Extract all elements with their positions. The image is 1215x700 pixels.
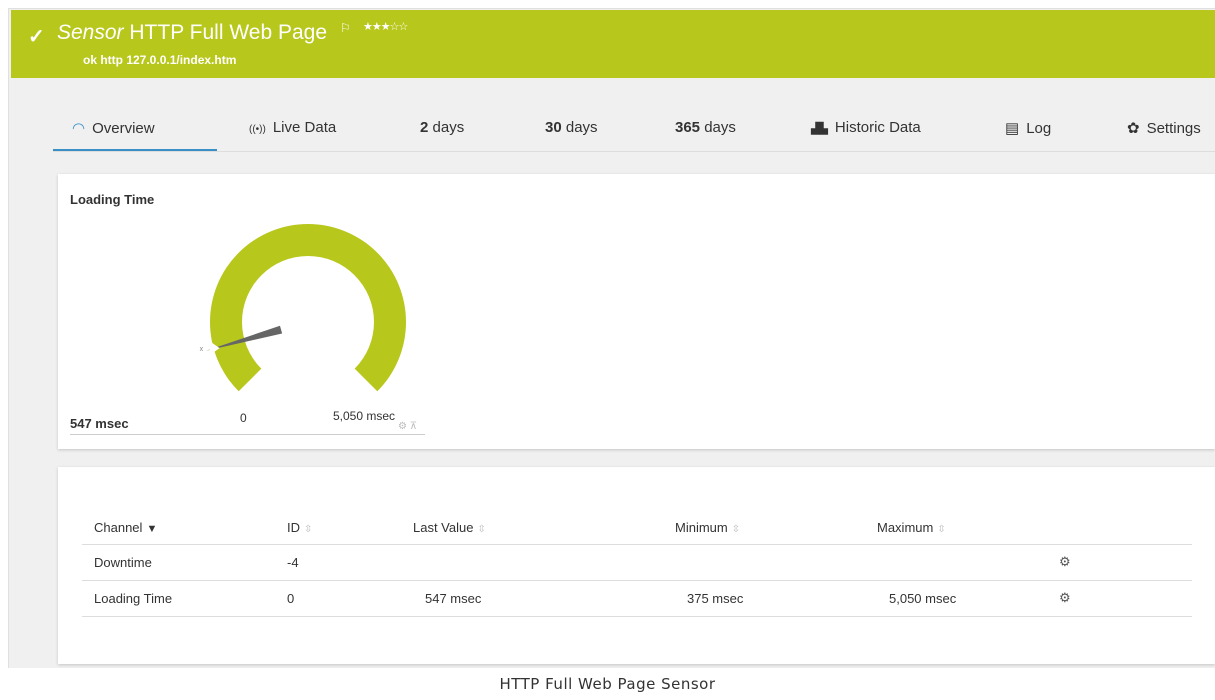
tab-label: days [704, 119, 736, 136]
cell-channel: Downtime [82, 544, 275, 581]
cell-maximum [865, 544, 1059, 581]
gauge-arc [210, 224, 406, 392]
gauge-min-label: 0 [240, 411, 247, 425]
tab-log[interactable]: ▤ Log [1005, 119, 1051, 137]
gauge-marker-label: x [200, 346, 204, 353]
sort-icon: ⇳ [304, 523, 313, 535]
column-maximum[interactable]: Maximum ⇳ [865, 511, 1059, 545]
table-row[interactable]: Loading Time 0 547 msec 375 msec 5,050 m… [82, 580, 1192, 617]
cell-id: 0 [275, 580, 401, 617]
tab-overview[interactable]: ◠ Overview [72, 119, 155, 137]
column-last-value[interactable]: Last Value ⇳ [401, 511, 663, 545]
gauge-dial: x [200, 224, 406, 392]
tab-live-data[interactable]: ((•)) Live Data [249, 119, 336, 136]
tab-label: Settings [1146, 120, 1201, 137]
cell-minimum [663, 544, 865, 581]
cell-actions: ⚙ [1059, 544, 1192, 581]
column-id[interactable]: ID ⇳ [275, 511, 401, 545]
tab-number: 30 [545, 119, 562, 136]
tab-label: Log [1026, 120, 1052, 137]
cell-minimum: 375 msec [663, 580, 865, 617]
cell-actions: ⚙ [1059, 580, 1192, 617]
header-label: Channel [94, 519, 143, 535]
column-actions [1059, 511, 1192, 545]
tab-label: Overview [92, 120, 155, 137]
gauge-baseline [70, 434, 425, 435]
tab-365-days[interactable]: 365 days [675, 119, 736, 136]
tab-label: Historic Data [834, 119, 921, 136]
tab-number: 2 [420, 119, 429, 136]
gauge-tools[interactable]: ⚙ ⊼ [398, 421, 417, 432]
tab-bar: ◠ Overview ((•)) Live Data 2 days 30 days … [11, 78, 1215, 161]
gears-icon[interactable]: ⚙ [1059, 554, 1071, 569]
cell-id: -4 [275, 544, 401, 581]
priority-stars[interactable]: ★★★☆☆ [363, 20, 408, 33]
gauge-icon: ◠ [72, 120, 86, 137]
sort-desc-icon: ▼ [146, 522, 158, 535]
cell-maximum: 5,050 msec [865, 580, 1059, 617]
tab-historic-data[interactable]: ▟▙ Historic Data [811, 119, 921, 136]
log-list-icon: ▤ [1005, 120, 1020, 137]
table-row[interactable]: Downtime -4 ⚙ [82, 544, 1192, 581]
gauge-value: 547 msec [70, 416, 129, 431]
figure-caption: HTTP Full Web Page Sensor [499, 675, 716, 693]
gauge-max-label: 5,050 msec [333, 409, 396, 423]
column-minimum[interactable]: Minimum ⇳ [663, 511, 865, 545]
column-channel[interactable]: Channel ▼ [82, 511, 275, 545]
cell-last-value [401, 544, 663, 581]
cell-channel: Loading Time [82, 580, 275, 617]
gear-icon: ✿ [1127, 120, 1140, 137]
header-label: Last Value [413, 519, 474, 535]
area-chart-icon: ▟▙ [811, 123, 828, 135]
flag-icon[interactable]: ⚐ [340, 21, 351, 35]
title-kind: Sensor [57, 21, 124, 44]
header-label: Minimum [675, 519, 728, 535]
tab-divider [53, 151, 1215, 152]
table-header-row: Channel ▼ ID ⇳ Last Value ⇳ Minimum ⇳ Maximu… [82, 511, 1192, 545]
channel-table-panel: Channel ▼ ID ⇳ Last Value ⇳ Minimum ⇳ Maximu… [58, 467, 1215, 664]
tab-number: 365 [675, 119, 701, 136]
check-icon: ✓ [28, 26, 45, 48]
tab-label: days [432, 119, 465, 136]
gauge-panel: Loading Time x 547 msec 0 5,050 msec ⚙ ⊼ [58, 174, 1215, 449]
tab-label: Live Data [272, 119, 337, 136]
sort-icon: ⇳ [477, 523, 486, 535]
status-line: ok http 127.0.0.1/index.htm [83, 53, 237, 67]
header-label: Maximum [877, 519, 934, 535]
channel-table: Channel ▼ ID ⇳ Last Value ⇳ Minimum ⇳ Maximu… [82, 511, 1192, 617]
page-title: Sensor HTTP Full Web Page [57, 21, 327, 45]
sort-icon: ⇳ [731, 523, 741, 535]
sensor-header: ✓ Sensor HTTP Full Web Page ⚐ ★★★☆☆ ok h… [11, 10, 1215, 78]
gear-icon[interactable]: ⚙ [398, 421, 407, 432]
tab-settings[interactable]: ✿ Settings [1127, 119, 1201, 137]
pin-icon[interactable]: ⊼ [410, 421, 417, 432]
title-name: HTTP Full Web Page [129, 21, 328, 44]
tab-30-days[interactable]: 30 days [545, 119, 598, 136]
header-label: ID [287, 519, 300, 535]
gears-icon[interactable]: ⚙ [1059, 590, 1071, 605]
tab-label: days [565, 119, 598, 136]
cell-last-value: 547 msec [401, 580, 663, 617]
live-signal-icon: ((•)) [249, 124, 266, 135]
sort-icon: ⇳ [937, 523, 946, 535]
gauge-title: Loading Time [70, 192, 155, 207]
tab-2-days[interactable]: 2 days [420, 119, 464, 136]
